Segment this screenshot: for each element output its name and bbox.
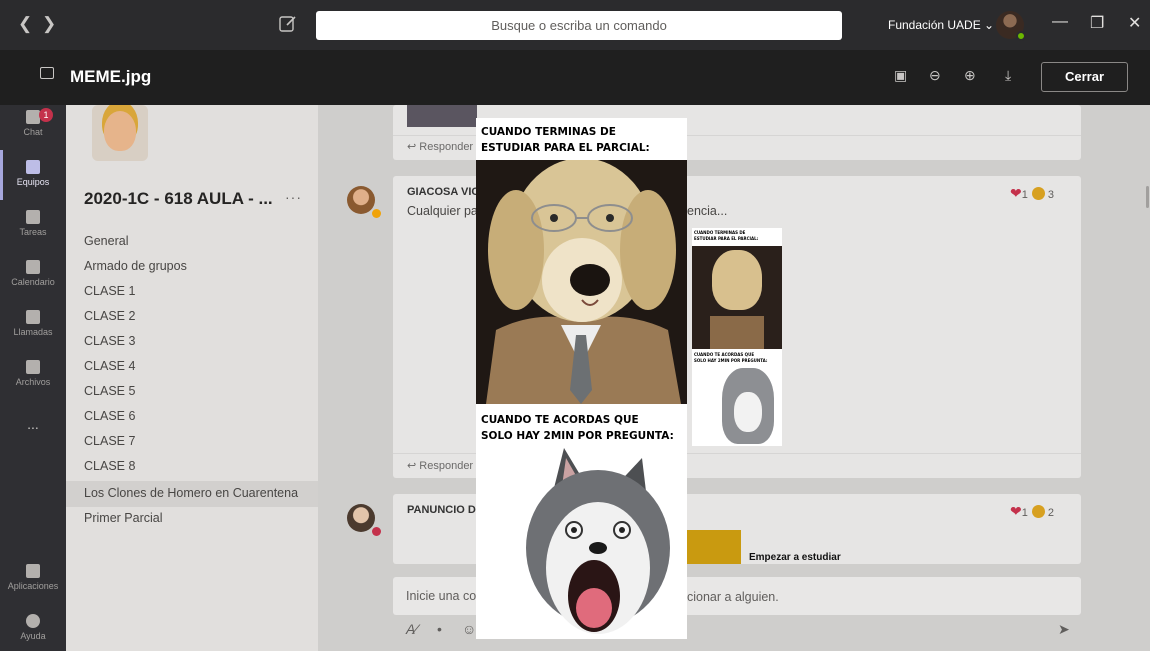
rail-item-teams[interactable]: Equipos [0,160,66,187]
fit-screen-icon[interactable]: ▣ [894,67,907,84]
channel-item-selected[interactable]: Los Clones de Homero en Cuarentena [84,486,298,500]
post-image-thumbnail[interactable] [407,105,477,127]
calendar-icon [26,260,40,274]
channel-item[interactable]: CLASE 6 [84,409,135,423]
post-image-caption: Empezar a estudiar [749,552,841,563]
download-icon[interactable]: ⤓ [1005,67,1011,84]
search-input[interactable]: Busque o escriba un comando [316,11,842,40]
channel-item[interactable]: CLASE 2 [84,309,135,323]
rail-item-help[interactable]: Ayuda [0,614,66,641]
channel-item[interactable]: CLASE 8 [84,459,135,473]
rail-item-assignments[interactable]: Tareas [0,210,66,237]
scrollbar-thumb[interactable] [1146,186,1149,208]
channel-item[interactable]: General [84,234,128,248]
presence-away-icon [372,209,381,218]
more-icon: ... [27,416,39,432]
post-text-start: Cualquier pa [407,204,478,218]
dog-with-glasses-photo [476,160,687,404]
files-icon [26,360,40,374]
teams-icon [26,160,40,174]
rail-item-apps[interactable]: Aplicaciones [0,564,66,591]
meme-image: CUANDO TERMINAS DE ESTUDIAR PARA EL PARCI… [476,118,687,639]
meme-caption-top: CUANDO TERMINAS DE ESTUDIAR PARA EL PARCI… [481,126,650,154]
post-reactions[interactable]: ❤1 3 [1010,185,1054,202]
chat-unread-badge: 1 [39,108,53,122]
rail-item-calls[interactable]: Llamadas [0,310,66,337]
minimize-icon[interactable]: — [1052,13,1068,31]
calls-icon [26,310,40,324]
heart-reaction-icon: ❤ [1010,503,1022,519]
reply-link[interactable]: ↩ Responder [407,140,473,153]
image-viewer-header [0,50,1150,105]
rail-item-chat[interactable]: Chat [0,110,66,137]
org-switcher[interactable]: Fundación UADE ⌄ [888,18,994,32]
channel-item[interactable]: Primer Parcial [84,511,163,525]
maximize-icon[interactable]: ❐ [1090,13,1104,33]
post-image-meme[interactable]: CUANDO TERMINAS DE ESTUDIAR PARA EL PARCI… [692,228,782,446]
new-chat-icon[interactable] [278,14,298,34]
husky-photo-thumbnail [722,368,774,444]
dog-photo-thumbnail [692,246,782,349]
post-reactions[interactable]: ❤1 2 [1010,503,1054,520]
close-viewer-button[interactable]: Cerrar [1041,62,1128,92]
send-icon[interactable]: ➤ [1058,621,1070,638]
author-avatar[interactable] [347,504,375,532]
close-window-icon[interactable]: ✕ [1128,13,1141,33]
reply-link[interactable]: ↩ Responder [407,459,473,472]
team-more-options-icon[interactable]: ··· [285,189,302,205]
attach-icon[interactable]: • [437,621,442,637]
zoom-in-icon[interactable]: ⊕ [964,67,976,84]
composer-placeholder-end: cionar a alguien. [687,590,779,604]
rail-item-files[interactable]: Archivos [0,360,66,387]
surprised-husky-photo [476,448,687,639]
assignments-icon [26,210,40,224]
team-name[interactable]: 2020-1C - 618 AULA - ... [84,189,273,209]
presence-busy-icon [372,527,381,536]
avatar-face-icon [104,111,136,151]
rail-more[interactable]: ... [0,416,66,432]
post-text-end: encia... [687,204,728,218]
channel-item[interactable]: CLASE 7 [84,434,135,448]
author-avatar[interactable] [347,186,375,214]
format-icon[interactable]: A⁄ [406,621,418,637]
channel-item[interactable]: CLASE 3 [84,334,135,348]
laugh-reaction-icon [1031,505,1045,518]
channel-item[interactable]: CLASE 4 [84,359,135,373]
back-arrow-icon[interactable]: ❮ [18,14,32,34]
rail-item-calendar[interactable]: Calendario [0,260,66,287]
post-author[interactable]: GIACOSA VIC [407,186,479,198]
channel-item[interactable]: CLASE 5 [84,384,135,398]
channel-item[interactable]: Armado de grupos [84,259,187,273]
zoom-out-icon[interactable]: ⊖ [929,67,941,84]
help-icon [26,614,40,628]
channel-item[interactable]: CLASE 1 [84,284,135,298]
file-name: MEME.jpg [70,67,152,86]
presence-available-icon [1016,31,1026,41]
meme-caption-bottom: CUANDO TE ACORDAS QUE SOLO HAY 2MIN POR P… [481,414,674,442]
team-avatar[interactable] [92,105,148,161]
apps-icon [26,564,40,578]
forward-arrow-icon[interactable]: ❯ [42,14,56,34]
image-file-icon [40,67,54,79]
post-image-thumbnail[interactable] [687,530,741,564]
chat-icon [26,110,40,124]
heart-reaction-icon: ❤ [1010,185,1022,201]
user-avatar[interactable] [996,11,1026,41]
post-author[interactable]: PANUNCIO DI [407,504,479,516]
channel-list-panel [66,105,318,651]
laugh-reaction-icon [1031,187,1045,200]
emoji-icon[interactable]: ☺ [462,621,476,637]
